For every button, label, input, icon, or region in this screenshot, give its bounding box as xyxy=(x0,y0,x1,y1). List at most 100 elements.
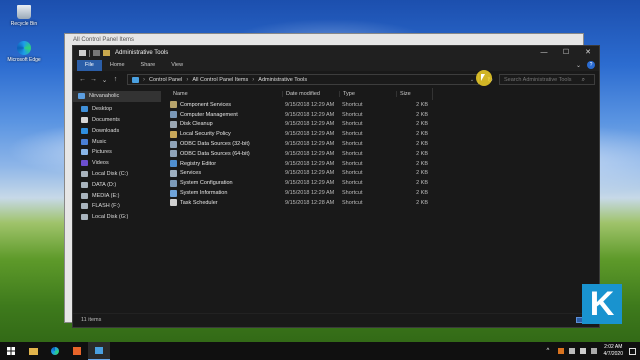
column-header-type[interactable]: Type xyxy=(339,91,396,97)
nav-item-drive-c[interactable]: Local Disk (C:) xyxy=(73,169,161,180)
file-row[interactable]: Services 9/15/2018 12:29 AM Shortcut 2 KB xyxy=(161,169,599,179)
drive-icon xyxy=(81,170,88,177)
volume-icon[interactable] xyxy=(579,348,586,354)
nav-item-label: FLASH (F:) xyxy=(92,203,120,210)
file-row[interactable]: ODBC Data Sources (64-bit) 9/15/2018 12:2… xyxy=(161,149,599,159)
file-name: Disk Cleanup xyxy=(180,121,213,128)
address-row: ← → ⌄ ↑ › Control Panel › All Control Pa… xyxy=(73,71,599,88)
minimize-button[interactable]: — xyxy=(533,46,555,60)
file-row[interactable]: Computer Management 9/15/2018 12:29 AM Sho… xyxy=(161,110,599,120)
search-input[interactable] xyxy=(499,74,595,85)
navigation-pane: Nirvanaholic Desktop Documents Downloads… xyxy=(73,88,161,313)
file-type: Shortcut xyxy=(342,190,363,197)
breadcrumb-administrative-tools[interactable]: Administrative Tools xyxy=(258,77,307,83)
file-name-cell: Task Scheduler xyxy=(161,199,282,207)
tab-file[interactable]: File xyxy=(77,60,102,71)
quick-access-properties-icon[interactable] xyxy=(93,50,100,56)
drive-icon xyxy=(81,203,88,210)
nav-item-label: MEDIA (E:) xyxy=(92,192,120,199)
forward-button[interactable]: → xyxy=(88,76,99,83)
desktop-icon-label: Recycle Bin xyxy=(10,21,38,27)
column-header-size[interactable]: Size xyxy=(396,91,432,97)
file-row[interactable]: Task Scheduler 9/15/2018 12:28 AM Shortcut… xyxy=(161,198,599,208)
nav-item-desktop[interactable]: Desktop xyxy=(73,104,161,115)
taskbar-app[interactable] xyxy=(66,342,88,360)
tab-share[interactable]: Share xyxy=(133,60,164,71)
task-scheduler-icon xyxy=(170,199,177,207)
file-name: Task Scheduler xyxy=(180,199,218,206)
tab-home[interactable]: Home xyxy=(102,60,133,71)
component-services-icon xyxy=(170,101,177,109)
close-button[interactable]: ✕ xyxy=(577,46,599,60)
nav-item-drive-d[interactable]: DATA (D:) xyxy=(73,179,161,190)
file-row[interactable]: System Configuration 9/15/2018 12:29 AM Sh… xyxy=(161,178,599,188)
file-type: Shortcut xyxy=(342,150,363,157)
expand-ribbon-chevron-icon[interactable]: ⌄ xyxy=(576,62,581,69)
notifications-icon[interactable] xyxy=(629,347,636,355)
taskbar-control-panel[interactable] xyxy=(88,342,110,360)
tab-view[interactable]: View xyxy=(163,60,191,71)
nav-item-videos[interactable]: Videos xyxy=(73,158,161,169)
clock-time: 2:02 AM xyxy=(604,344,623,350)
app-tray-icon[interactable] xyxy=(557,348,564,354)
file-type: Shortcut xyxy=(342,180,363,187)
status-bar: 11 items xyxy=(73,313,599,325)
title-bar[interactable]: Administrative Tools — ☐ ✕ xyxy=(73,46,599,60)
desktop-icon-edge[interactable]: Microsoft Edge xyxy=(4,41,44,63)
help-icon[interactable]: ? xyxy=(587,61,595,69)
nav-item-label: DATA (D:) xyxy=(92,181,117,188)
ribbon-tabs: File Home Share View ⌄ ? xyxy=(73,60,599,71)
recycle-bin-icon xyxy=(17,5,31,19)
file-date: 9/15/2018 12:29 AM xyxy=(285,150,335,157)
taskbar-edge[interactable] xyxy=(44,342,66,360)
file-name-cell: Local Security Policy xyxy=(161,130,282,138)
breadcrumb-separator: › xyxy=(186,76,189,83)
column-header-date[interactable]: Date modified xyxy=(282,91,339,97)
taskbar-file-explorer[interactable] xyxy=(22,342,44,360)
quick-access-folder-icon[interactable] xyxy=(103,50,110,56)
file-date: 9/15/2018 12:29 AM xyxy=(285,101,335,108)
file-name-cell: Computer Management xyxy=(161,111,282,119)
file-list: Name Date modified Type Size Component S… xyxy=(161,88,599,313)
nav-item-drive-e[interactable]: MEDIA (E:) xyxy=(73,190,161,201)
breadcrumb-all-items[interactable]: All Control Panel Items xyxy=(192,77,248,83)
registry-editor-icon xyxy=(170,160,177,168)
file-row[interactable]: ODBC Data Sources (32-bit) 9/15/2018 12:2… xyxy=(161,139,599,149)
file-row[interactable]: Component Services 9/15/2018 12:29 AM Shor… xyxy=(161,100,599,110)
item-count: 11 items xyxy=(81,316,102,323)
user-folder-icon xyxy=(78,93,85,100)
nav-item-drive-g[interactable]: Local Disk (G:) xyxy=(73,212,161,223)
clock[interactable]: 2:02 AM 4/7/2020 xyxy=(604,344,623,358)
desktop-icon-recycle-bin[interactable]: Recycle Bin xyxy=(4,5,44,27)
app-tray-icon[interactable] xyxy=(590,348,597,354)
file-row[interactable]: Disk Cleanup 9/15/2018 12:29 AM Shortcut 2 … xyxy=(161,120,599,130)
file-size: 2 KB xyxy=(416,199,428,206)
file-row[interactable]: Registry Editor 9/15/2018 12:29 AM Shortcu… xyxy=(161,159,599,169)
nav-item-drive-f[interactable]: FLASH (F:) xyxy=(73,201,161,212)
file-row[interactable]: Local Security Policy 9/15/2018 12:29 AM S… xyxy=(161,129,599,139)
column-header-name[interactable]: Name xyxy=(161,91,282,97)
address-dropdown-icon[interactable]: ⌄ xyxy=(470,77,474,83)
nav-item-music[interactable]: Music xyxy=(73,136,161,147)
network-icon[interactable] xyxy=(568,348,575,354)
maximize-button[interactable]: ☐ xyxy=(555,46,577,60)
address-bar[interactable]: › Control Panel › All Control Panel Item… xyxy=(127,74,480,85)
show-hidden-icons-icon[interactable]: ^ xyxy=(547,348,553,354)
nav-item-pictures[interactable]: Pictures xyxy=(73,147,161,158)
explorer-window: Administrative Tools — ☐ ✕ File Home Sha… xyxy=(72,45,600,328)
back-button[interactable]: ← xyxy=(77,76,88,83)
file-row[interactable]: System Information 9/15/2018 12:29 AM Shor… xyxy=(161,188,599,198)
nav-item-downloads[interactable]: Downloads xyxy=(73,125,161,136)
nav-item-documents[interactable]: Documents xyxy=(73,115,161,126)
file-name-cell: Disk Cleanup xyxy=(161,120,282,128)
recent-locations-button[interactable]: ⌄ xyxy=(99,76,110,84)
file-date: 9/15/2018 12:28 AM xyxy=(285,199,335,206)
nav-item-user[interactable]: Nirvanaholic xyxy=(73,91,161,102)
up-button[interactable]: ↑ xyxy=(110,76,121,83)
file-date: 9/15/2018 12:29 AM xyxy=(285,170,335,177)
file-name-cell: ODBC Data Sources (64-bit) xyxy=(161,150,282,158)
breadcrumb-control-panel[interactable]: Control Panel xyxy=(149,77,182,83)
file-size: 2 KB xyxy=(416,160,428,167)
file-name: Local Security Policy xyxy=(180,131,231,138)
start-button[interactable] xyxy=(0,342,22,360)
